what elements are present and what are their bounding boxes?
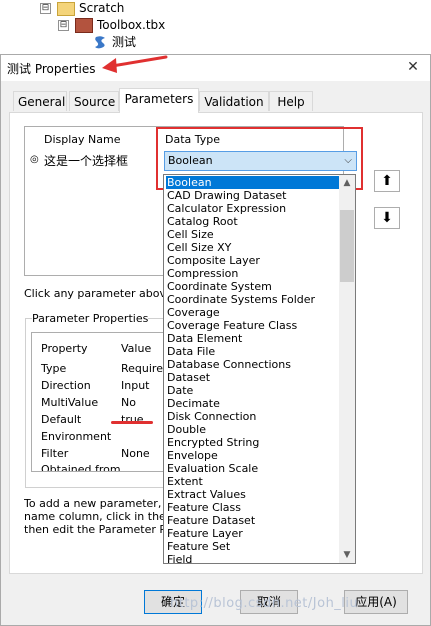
dropdown-option[interactable]: Dataset [166, 371, 339, 384]
chevron-down-icon[interactable]: ⌵ [344, 152, 352, 170]
title-bar[interactable]: 测试 Properties ✕ [1, 55, 430, 81]
dropdown-option[interactable]: Coverage Feature Class [166, 319, 339, 332]
dropdown-option[interactable]: Feature Set [166, 540, 339, 553]
dropdown-option[interactable]: Cell Size [166, 228, 339, 241]
tree-item-label: Toolbox.tbx [97, 18, 166, 32]
dropdown-option[interactable]: Coordinate Systems Folder [166, 293, 339, 306]
tree-item-label: Scratch [79, 1, 125, 15]
tree-item-toolbox[interactable]: ⊟ Toolbox.tbx [58, 17, 165, 33]
dropdown-option[interactable]: Composite Layer [166, 254, 339, 267]
dropdown-option[interactable]: Decimate [166, 397, 339, 410]
property-name: Direction [41, 379, 91, 392]
property-name: Environment [41, 430, 112, 443]
property-name: Obtained from [41, 463, 121, 472]
close-icon[interactable]: ✕ [404, 58, 422, 76]
data-type-select[interactable]: Boolean ⌵ [164, 151, 357, 171]
toolbox-icon [75, 18, 93, 33]
tab-validation[interactable]: Validation [199, 91, 269, 111]
tree-item-label: 测试 [112, 35, 137, 49]
dropdown-option[interactable]: Field [166, 553, 339, 563]
scroll-up-icon[interactable]: ▲ [339, 175, 355, 191]
move-down-button[interactable]: ⬇ [374, 207, 400, 229]
dropdown-option[interactable]: Coverage [166, 306, 339, 319]
dropdown-option[interactable]: CAD Drawing Dataset [166, 189, 339, 202]
dropdown-option[interactable]: Feature Dataset [166, 514, 339, 527]
folder-icon [57, 1, 75, 16]
dropdown-option[interactable]: Envelope [166, 449, 339, 462]
dropdown-option[interactable]: Extract Values [166, 488, 339, 501]
property-value[interactable]: No [121, 396, 136, 409]
tree-item-script[interactable]: 测试 [93, 34, 136, 50]
dropdown-option[interactable]: Data Element [166, 332, 339, 345]
dropdown-option[interactable]: Data File [166, 345, 339, 358]
dropdown-scrollbar[interactable]: ▲ ▼ [339, 175, 355, 563]
tree-item-scratch[interactable]: ⊟ Scratch [40, 0, 124, 16]
parameter-row-marker: ◎ [30, 154, 39, 165]
property-value[interactable]: None [121, 447, 150, 460]
watermark-text: http://blog.csdn.net/Joh_liu [170, 596, 359, 611]
dropdown-option[interactable]: Coordinate System [166, 280, 339, 293]
dropdown-option[interactable]: Double [166, 423, 339, 436]
dropdown-option[interactable]: Disk Connection [166, 410, 339, 423]
tab-help[interactable]: Help [269, 91, 313, 111]
dropdown-option[interactable]: Feature Class [166, 501, 339, 514]
column-header-display-name[interactable]: Display Name [44, 133, 121, 146]
dropdown-option[interactable]: Feature Layer [166, 527, 339, 540]
dropdown-option[interactable]: Calculator Expression [166, 202, 339, 215]
collapse-icon[interactable]: ⊟ [58, 20, 69, 31]
dropdown-option[interactable]: Evaluation Scale [166, 462, 339, 475]
collapse-icon[interactable]: ⊟ [40, 3, 51, 14]
dialog-title: 测试 Properties [7, 62, 96, 76]
scrollbar-thumb[interactable] [340, 210, 354, 282]
column-header-property: Property [41, 342, 88, 355]
move-up-button[interactable]: ⬆ [374, 170, 400, 192]
annotation-arrow [102, 55, 168, 73]
property-name: MultiValue [41, 396, 99, 409]
column-header-value: Value [121, 342, 152, 355]
parameter-properties-table[interactable]: Property Value Type Required Direction I… [31, 332, 171, 472]
data-type-dropdown-list[interactable]: Boolean CAD Drawing Dataset Calculator Exp… [163, 174, 356, 564]
dropdown-option[interactable]: Cell Size XY [166, 241, 339, 254]
dropdown-option[interactable]: Extent [166, 475, 339, 488]
property-name: Type [41, 362, 67, 375]
help-line: name column, click in the Data [24, 510, 169, 523]
dropdown-option[interactable]: Compression [166, 267, 339, 280]
tab-general[interactable]: General [13, 91, 67, 111]
dropdown-option[interactable]: Catalog Root [166, 215, 339, 228]
property-name: Default [41, 413, 82, 426]
parameter-properties-label: Parameter Properties [32, 312, 149, 325]
property-name: Filter [41, 447, 69, 460]
dropdown-option[interactable]: Database Connections [166, 358, 339, 371]
tab-parameters[interactable]: Parameters [119, 88, 199, 113]
help-line: To add a new parameter, typ [24, 497, 169, 510]
dropdown-option[interactable]: Boolean [166, 176, 339, 189]
help-text: To add a new parameter, typ name column,… [24, 497, 169, 536]
data-type-value: Boolean [168, 154, 213, 167]
dropdown-option[interactable]: Date [166, 384, 339, 397]
property-value[interactable]: Input [121, 379, 149, 392]
help-line: then edit the Parameter Prop [24, 523, 169, 536]
annotation-underline [111, 421, 153, 424]
scroll-down-icon[interactable]: ▼ [339, 547, 355, 563]
tab-source[interactable]: Source [69, 91, 119, 111]
parameter-display-name[interactable]: 这是一个选择框 [44, 152, 128, 169]
dropdown-option[interactable]: Encrypted String [166, 436, 339, 449]
property-value-default[interactable]: true [121, 413, 144, 426]
script-tool-icon [95, 36, 105, 49]
